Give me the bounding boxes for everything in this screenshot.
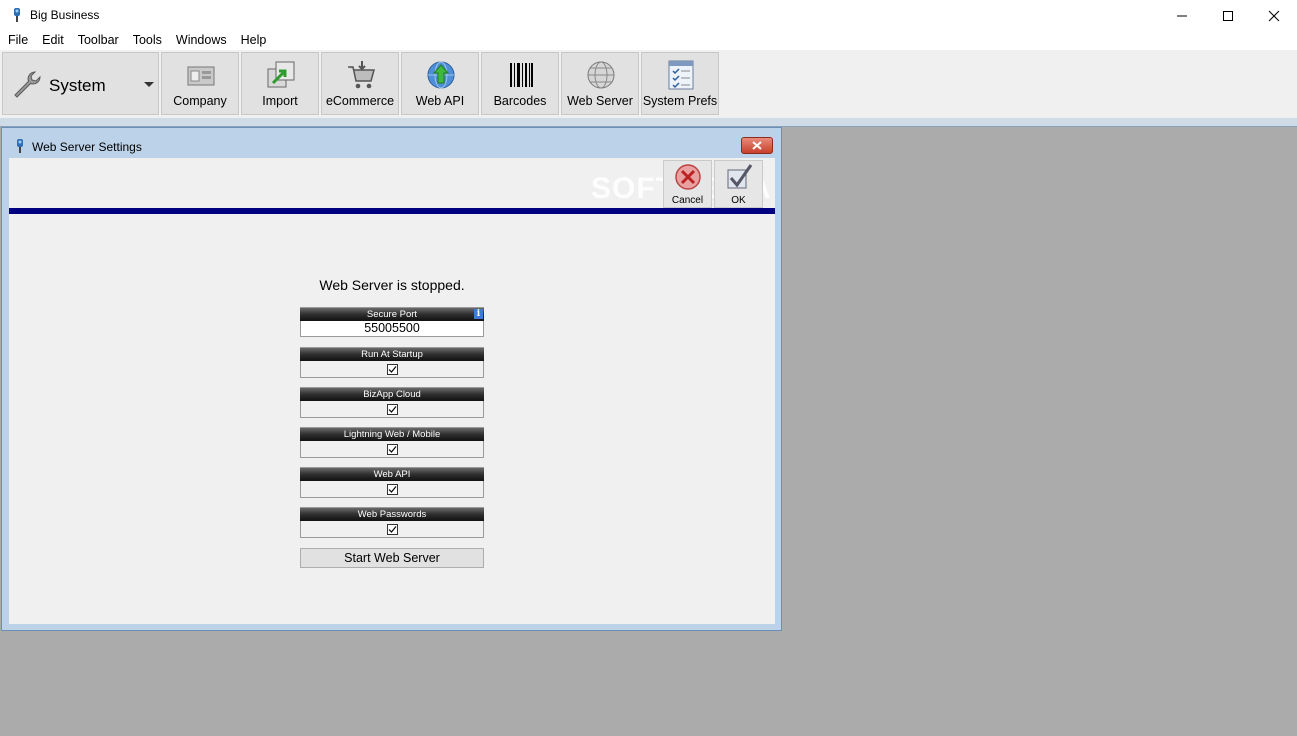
settings-panel: Web Server is stopped. Secure Port i 550… xyxy=(9,214,775,624)
web-server-settings-dialog: Web Server Settings SOFTPEDIA Cancel xyxy=(1,127,782,631)
toolbar-divider xyxy=(0,118,1297,127)
lightning-web-mobile-field: Lightning Web / Mobile xyxy=(300,427,484,458)
lightning-web-mobile-label: Lightning Web / Mobile xyxy=(300,427,484,441)
toolbar-web-server-button[interactable]: Web Server xyxy=(561,52,639,115)
bizapp-cloud-label: BizApp Cloud xyxy=(300,387,484,401)
info-icon[interactable]: i xyxy=(474,309,483,319)
cancel-button[interactable]: Cancel xyxy=(663,160,712,208)
web-passwords-label: Web Passwords xyxy=(300,507,484,521)
ok-button[interactable]: OK xyxy=(714,160,763,208)
dialog-toolbar: SOFTPEDIA Cancel OK xyxy=(9,158,775,208)
web-api-checkbox[interactable] xyxy=(386,483,398,495)
close-button[interactable] xyxy=(1251,0,1297,31)
app-title-bar: Big Business xyxy=(0,0,1297,31)
toolbar-barcodes-button[interactable]: Barcodes xyxy=(481,52,559,115)
bizapp-cloud-checkbox-cell[interactable] xyxy=(300,401,484,418)
menu-file[interactable]: File xyxy=(0,31,35,50)
secure-port-label: Secure Port i xyxy=(300,307,484,321)
toolbar-company-label: Company xyxy=(173,94,227,108)
menu-edit[interactable]: Edit xyxy=(35,31,71,50)
secure-port-field: Secure Port i 55005500 xyxy=(300,307,484,337)
lightning-web-mobile-checkbox-cell[interactable] xyxy=(300,441,484,458)
company-icon xyxy=(187,66,215,86)
ok-label: OK xyxy=(731,195,746,206)
app-logo-icon xyxy=(17,139,23,153)
maximize-button[interactable] xyxy=(1205,0,1251,31)
menu-toolbar[interactable]: Toolbar xyxy=(71,31,126,50)
menu-tools[interactable]: Tools xyxy=(126,31,169,50)
import-icon xyxy=(267,61,295,88)
system-dropdown-button[interactable]: System xyxy=(2,52,159,115)
app-title: Big Business xyxy=(30,8,100,22)
bizapp-cloud-checkbox[interactable] xyxy=(386,403,398,415)
menu-help[interactable]: Help xyxy=(234,31,274,50)
checkmark-icon xyxy=(388,365,396,373)
globe-arrow-icon xyxy=(427,61,455,89)
checkmark-icon xyxy=(388,445,396,453)
wrench-icon xyxy=(14,71,41,98)
toolbar-web-api-label: Web API xyxy=(415,94,465,108)
start-web-server-button[interactable]: Start Web Server xyxy=(300,548,484,568)
dialog-body: SOFTPEDIA Cancel OK Web Server is stoppe… xyxy=(9,158,775,624)
toolbar-web-server-label: Web Server xyxy=(567,94,633,108)
chevron-down-icon xyxy=(144,82,154,87)
main-toolbar: System Company Import eCommerce Web API … xyxy=(0,50,1297,127)
toolbar-ecommerce-label: eCommerce xyxy=(325,94,395,108)
run-at-startup-checkbox[interactable] xyxy=(386,363,398,375)
lightning-web-mobile-checkbox[interactable] xyxy=(386,443,398,455)
checkmark-icon xyxy=(388,485,396,493)
cancel-icon xyxy=(675,164,701,190)
dialog-title: Web Server Settings xyxy=(32,140,142,154)
close-icon xyxy=(752,141,762,150)
cart-icon xyxy=(348,61,375,89)
minimize-icon xyxy=(1177,15,1187,16)
checkmark-icon xyxy=(388,525,396,533)
menu-windows[interactable]: Windows xyxy=(169,31,234,50)
web-api-label: Web API xyxy=(300,467,484,481)
web-api-field: Web API xyxy=(300,467,484,498)
maximize-icon xyxy=(1223,10,1233,21)
toolbar-company-button[interactable]: Company xyxy=(161,52,239,115)
toolbar-ecommerce-button[interactable]: eCommerce xyxy=(321,52,399,115)
run-at-startup-checkbox-cell[interactable] xyxy=(300,361,484,378)
secure-port-label-text: Secure Port xyxy=(366,309,418,320)
app-logo-icon xyxy=(14,8,20,22)
toolbar-system-prefs-button[interactable]: System Prefs xyxy=(641,52,719,115)
toolbar-import-button[interactable]: Import xyxy=(241,52,319,115)
web-passwords-checkbox[interactable] xyxy=(386,523,398,535)
system-label: System xyxy=(49,76,106,95)
toolbar-web-api-button[interactable]: Web API xyxy=(401,52,479,115)
minimize-button[interactable] xyxy=(1159,0,1205,31)
checkmark-icon xyxy=(727,164,753,189)
toolbar-barcodes-label: Barcodes xyxy=(493,94,547,108)
cancel-label: Cancel xyxy=(671,195,704,206)
toolbar-import-label: Import xyxy=(262,94,298,108)
barcode-icon xyxy=(510,63,533,87)
web-passwords-checkbox-cell[interactable] xyxy=(300,521,484,538)
secure-port-input[interactable]: 55005500 xyxy=(300,321,484,337)
bizapp-cloud-field: BizApp Cloud xyxy=(300,387,484,418)
close-icon xyxy=(1268,10,1280,21)
run-at-startup-field: Run At Startup xyxy=(300,347,484,378)
menu-bar: File Edit Toolbar Tools Windows Help xyxy=(0,31,1297,50)
checklist-icon xyxy=(668,60,694,90)
run-at-startup-label: Run At Startup xyxy=(300,347,484,361)
toolbar-system-prefs-label: System Prefs xyxy=(642,94,718,108)
server-status-text: Web Server is stopped. xyxy=(319,277,465,293)
dialog-close-button[interactable] xyxy=(741,137,773,154)
checkmark-icon xyxy=(388,405,396,413)
web-api-checkbox-cell[interactable] xyxy=(300,481,484,498)
web-passwords-field: Web Passwords xyxy=(300,507,484,538)
globe-icon xyxy=(587,61,615,89)
